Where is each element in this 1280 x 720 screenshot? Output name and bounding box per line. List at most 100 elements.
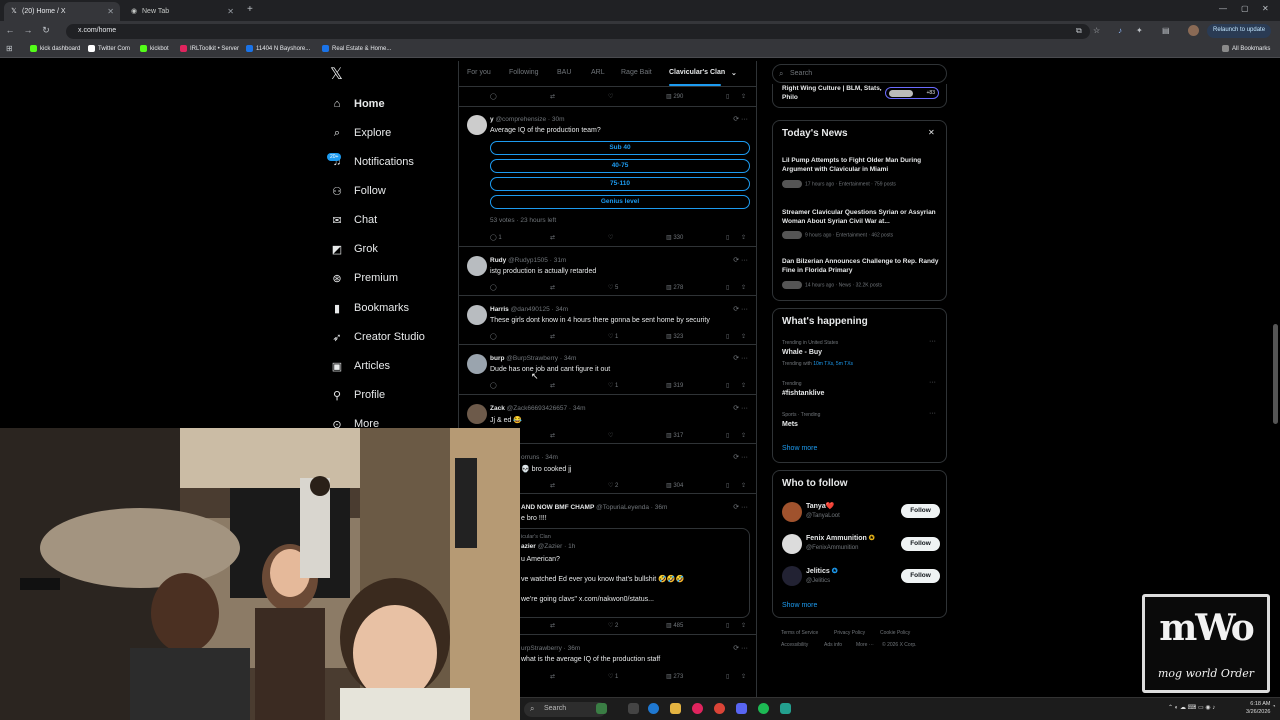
nav-home[interactable]: ⌂ Home [330,93,385,115]
poll-option[interactable]: 40-75 [490,159,750,173]
tab-bau[interactable]: BAU [557,69,571,76]
close-icon[interactable]: ✕ [928,128,935,137]
author-handle[interactable]: @BurpStrawberry [506,355,558,362]
nav-follow[interactable]: ⚇ Follow [330,180,386,202]
share-icon[interactable]: ⇪ [741,382,746,389]
like-count[interactable]: ♡ 2 [608,622,618,629]
discord-icon[interactable] [736,703,747,714]
media-icon[interactable]: ♪ [1118,26,1122,35]
nav-profile[interactable]: ⚲ Profile [330,384,385,406]
reply-icon[interactable]: ◯ [490,382,497,389]
author-handle[interactable]: @TopuriaLeyenda [596,504,649,511]
avatar[interactable] [467,354,487,374]
trend-name[interactable]: Whale - Buy [782,349,822,356]
poll-option[interactable]: 75-110 [490,177,750,191]
author-name[interactable]: y [490,116,494,123]
more-options-icon[interactable]: ··· [929,338,936,345]
bookmark-icon[interactable]: ▯ [726,482,729,489]
nav-grok[interactable]: ◩ Grok [330,238,378,260]
more-options-icon[interactable]: ⟳ ··· [733,404,748,412]
tab-x-home[interactable]: 𝕏 (20) Home / X ✕ [4,2,120,21]
tray-icons[interactable]: ⌃ ◐ ☁ ⌨ ▭ ◉ ♪ [1168,704,1215,711]
like-count[interactable]: ♡ 5 [608,284,618,291]
file-explorer-icon[interactable] [670,703,681,714]
author-handle[interactable]: urpStrawberry [521,645,562,652]
maximize-icon[interactable]: ▢ [1241,4,1249,13]
bookmark-icon[interactable]: ▯ [726,382,729,389]
share-icon[interactable]: ⇪ [741,432,746,439]
post-time[interactable]: 34m [573,405,586,412]
follow-button[interactable]: Follow [901,569,940,583]
share-icon[interactable]: ⇪ [741,622,746,629]
community-members[interactable]: +83 [885,87,939,99]
trend-name[interactable]: #fishtanklive [782,390,824,397]
like-icon[interactable]: ♡ [608,234,613,241]
views-count[interactable]: ▥ 319 [666,382,683,389]
repost-icon[interactable]: ⇄ [550,284,555,291]
like-icon[interactable]: ♡ [608,93,613,100]
reload-icon[interactable]: ↻ [40,25,52,36]
x-logo-icon[interactable]: 𝕏 [330,64,343,84]
like-count[interactable]: ♡ 2 [608,482,618,489]
views-count[interactable]: ▥ 304 [666,482,683,489]
reply-icon[interactable]: ◯ [490,93,497,100]
views-count[interactable]: ▥ 485 [666,622,683,629]
install-icon[interactable]: ⧉ [1076,26,1082,36]
clock[interactable]: 6:18 AM 3/26/2026 [1246,700,1270,716]
like-icon[interactable]: ♡ [608,432,613,439]
post-time[interactable]: 34m [556,306,569,313]
spotify-icon[interactable] [758,703,769,714]
bookmark-icon[interactable]: ▯ [726,234,729,241]
post[interactable]: burp @BurpStrawberry · 34m ⟳ ··· Dude ha… [459,345,756,395]
repost-icon[interactable]: ⇄ [550,482,555,489]
user-name[interactable]: Tanya❤️ [806,502,834,510]
chevron-down-icon[interactable]: ⌄ [731,69,737,77]
more-options-icon[interactable]: ⟳ ··· [733,644,748,652]
post-time[interactable]: 36m [655,504,668,511]
footer-link[interactable]: Cookie Policy [880,630,910,636]
avatar[interactable] [467,256,487,276]
poll-option[interactable]: Sub 40 [490,141,750,155]
bookmark-item[interactable]: 11404 N Bayshore... [246,45,310,52]
avatar[interactable] [467,404,487,424]
avatar[interactable] [467,305,487,325]
repost-icon[interactable]: ⇄ [550,432,555,439]
footer-link[interactable]: Privacy Policy [834,630,865,636]
post-time[interactable]: 36m [568,645,581,652]
share-icon[interactable]: ⇪ [741,93,746,100]
author-name[interactable]: Zack [490,405,505,412]
bookmark-icon[interactable]: ▯ [726,673,729,680]
more-options-icon[interactable]: ··· [929,410,936,417]
minimize-icon[interactable]: — [1219,4,1227,13]
footer-link[interactable]: Terms of Service [781,630,818,636]
new-tab-icon[interactable]: + [247,4,253,15]
post[interactable]: Harris @dan490125 · 34m ⟳ ··· These girl… [459,296,756,345]
quoted-post[interactable]: icular's Clan azier @Zazier · 1h u Ameri… [490,528,750,618]
reply-count[interactable]: ◯ 1 [490,234,502,241]
bookmark-icon[interactable]: ▯ [726,333,729,340]
views-count[interactable]: ▥ 278 [666,284,683,291]
scrollbar-thumb[interactable] [1273,324,1278,424]
author-name[interactable]: AND NOW BMF CHAMP [521,504,594,511]
profile-avatar[interactable] [1188,25,1199,36]
avatar[interactable] [467,115,487,135]
search-input[interactable]: ⌕ Search [772,64,947,83]
bookmark-icon[interactable]: ▯ [726,284,729,291]
author-name[interactable]: Harris [490,306,509,313]
bookmark-icon[interactable]: ▯ [726,432,729,439]
more-options-icon[interactable]: ⟳ ··· [733,256,748,264]
tab-arl[interactable]: ARL [591,69,605,76]
more-options-icon[interactable]: ⟳ ··· [733,503,748,511]
nav-notifications[interactable]: ♫ Notifications [330,151,414,173]
bookmark-item[interactable]: Real Estate & Home... [322,45,391,52]
nav-creator-studio[interactable]: ➶ Creator Studio [330,326,425,348]
like-count[interactable]: ♡ 1 [608,333,618,340]
relaunch-button[interactable]: Relaunch to update [1207,24,1272,38]
post-time[interactable]: 34m [545,454,558,461]
repost-icon[interactable]: ⇄ [550,333,555,340]
views-count[interactable]: ▥ 273 [666,673,683,680]
tab-following[interactable]: Following [509,69,539,76]
user-name[interactable]: Fenix Ammunition ✪ [806,534,875,542]
close-window-icon[interactable]: ✕ [1262,4,1269,13]
repost-icon[interactable]: ⇄ [550,93,555,100]
